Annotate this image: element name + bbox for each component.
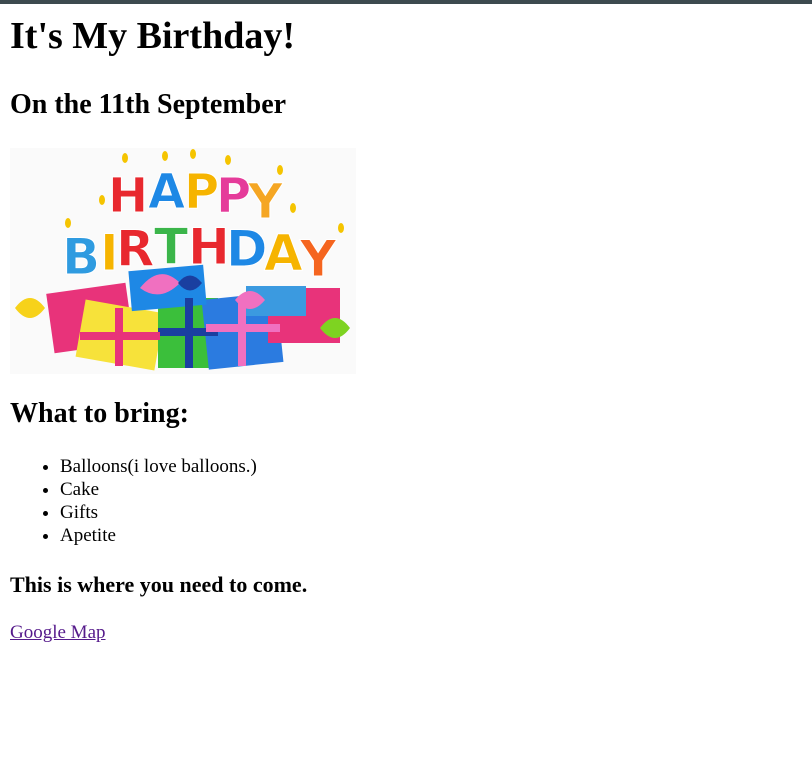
svg-text:R: R: [116, 220, 155, 278]
svg-text:Y: Y: [299, 230, 337, 288]
list-item: Gifts: [60, 501, 257, 524]
happy-birthday-image: H A P P Y B I R T H D A Y: [10, 148, 356, 374]
svg-text:H: H: [108, 168, 148, 224]
svg-text:P: P: [216, 168, 251, 224]
svg-text:A: A: [264, 224, 303, 282]
what-to-bring-heading: What to bring:: [10, 398, 189, 429]
list-item: Cake: [60, 478, 257, 501]
event-date-heading: On the 11th September: [10, 89, 287, 120]
page-title: It's My Birthday!: [10, 15, 295, 57]
svg-text:P: P: [184, 164, 219, 220]
top-bar: [0, 0, 812, 4]
svg-text:D: D: [226, 220, 268, 278]
list-item: Balloons(i love balloons.): [60, 455, 257, 478]
bring-list: Balloons(i love balloons.) Cake Gifts Ap…: [10, 455, 257, 547]
list-item: Apetite: [60, 524, 257, 547]
svg-text:B: B: [62, 228, 100, 286]
location-heading: This is where you need to come.: [10, 572, 308, 597]
svg-text:A: A: [148, 164, 185, 220]
google-map-link[interactable]: Google Map: [10, 622, 106, 645]
